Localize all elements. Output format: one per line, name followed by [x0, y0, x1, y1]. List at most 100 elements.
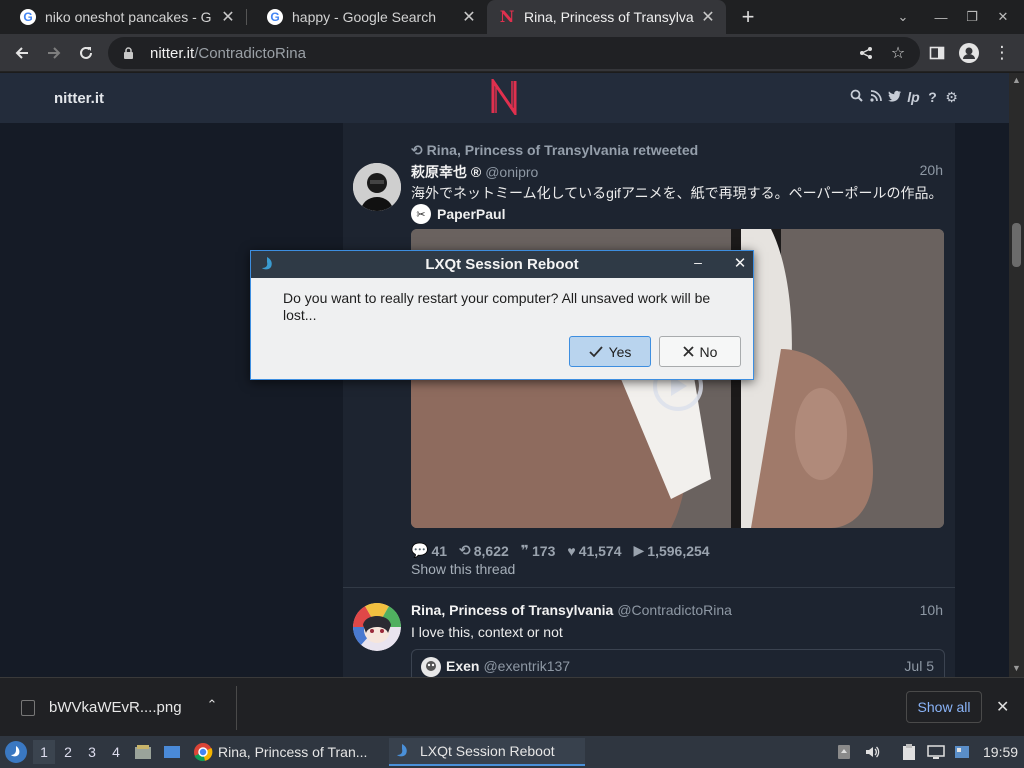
play-icon: ▶ [633, 542, 645, 558]
new-tab-button[interactable]: + [736, 4, 760, 30]
share-icon[interactable] [854, 41, 878, 65]
desktop-3-button[interactable]: 3 [81, 740, 103, 764]
quoted-tweet[interactable]: Exen @exentrik137 Jul 5 [411, 649, 945, 677]
minimize-window-button[interactable]: — [926, 0, 956, 34]
tweet-date[interactable]: 10h [920, 602, 943, 618]
quotes-stat[interactable]: ❞ 173 [521, 542, 556, 559]
minimize-icon[interactable]: – [689, 254, 707, 274]
timeline-item[interactable]: Rina, Princess of Transylvania @Contradic… [343, 589, 955, 677]
desktop-1-button[interactable]: 1 [33, 740, 55, 764]
side-panel-icon[interactable] [924, 40, 950, 66]
desktop-2-button[interactable]: 2 [57, 740, 79, 764]
scrollbar-thumb[interactable] [1012, 223, 1021, 267]
dialog-titlebar[interactable]: LXQt Session Reboot – ✕ [251, 251, 753, 278]
tab-happy-search[interactable]: G happy - Google Search ✕ [247, 0, 487, 34]
rss-icon[interactable] [869, 89, 882, 106]
yes-label: Yes [608, 343, 632, 360]
views-count: 1,596,254 [647, 542, 710, 559]
avatar[interactable] [353, 163, 401, 211]
close-download-shelf-icon[interactable]: ✕ [996, 697, 1009, 717]
yes-button[interactable]: Yes [569, 336, 651, 367]
download-file-name[interactable]: bWVkaWEvR....png [49, 699, 182, 716]
tweet-author[interactable]: Rina, Princess of Transylvania @Contradic… [411, 602, 732, 618]
quote-icon: ❞ [520, 542, 530, 558]
google-icon: G [267, 9, 283, 25]
fullname[interactable]: 萩原幸也 ® [411, 164, 481, 180]
fullname[interactable]: Rina, Princess of Transylvania [411, 602, 613, 618]
lock-icon[interactable] [118, 46, 138, 60]
reload-icon [80, 46, 92, 59]
show-all-downloads-button[interactable]: Show all [906, 691, 982, 723]
quote-fullname[interactable]: Exen [446, 658, 479, 674]
tab-search-chevron-icon[interactable]: ⌄ [888, 0, 918, 34]
twitter-bird-icon[interactable] [888, 89, 902, 106]
taskbar-app-title: LXQt Session Reboot [420, 743, 555, 759]
liberapay-icon[interactable]: lp [907, 89, 920, 106]
clock[interactable]: 19:59 [983, 744, 1018, 760]
file-manager-icon[interactable] [134, 743, 152, 761]
taskbar-app-chrome[interactable]: Rina, Princess of Tran... [193, 738, 383, 766]
tab-niko-oneshot[interactable]: G niko oneshot pancakes - G ✕ [0, 0, 246, 34]
forward-button[interactable] [41, 40, 67, 66]
tab-rina-profile[interactable]: N Rina, Princess of Transylva ✕ [487, 0, 726, 34]
replies-count: 41 [431, 542, 448, 559]
quote-username[interactable]: @exentrik137 [483, 658, 570, 674]
nitter-logo-icon[interactable] [489, 79, 519, 115]
page-scrollbar[interactable]: ▲ ▼ [1009, 73, 1024, 677]
quote-author[interactable]: Exen @exentrik137 [446, 658, 570, 674]
profile-avatar-icon[interactable] [956, 40, 982, 66]
volume-icon[interactable] [863, 743, 881, 761]
likes-count: 41,574 [578, 542, 622, 559]
close-icon[interactable]: ✕ [700, 7, 716, 27]
checkmark-icon [588, 345, 603, 357]
scroll-down-icon[interactable]: ▼ [1012, 663, 1021, 673]
show-thread-link[interactable]: Show this thread [411, 561, 515, 577]
replies-stat: 💬 41 [411, 542, 447, 559]
forward-arrow-icon [48, 47, 61, 59]
restore-window-button[interactable]: ❐ [957, 0, 987, 34]
divider [236, 686, 237, 730]
bookmark-star-icon[interactable]: ☆ [886, 41, 910, 65]
avatar[interactable] [353, 603, 401, 651]
comment-icon: 💬 [411, 542, 429, 558]
tweet-author[interactable]: 萩原幸也 ® @onipro [411, 162, 538, 182]
username[interactable]: @ContradictoRina [617, 602, 732, 618]
about-question-icon[interactable]: ? [926, 89, 939, 106]
quote-avatar[interactable] [421, 657, 441, 677]
paperpaul-avatar-icon: ✂ [411, 204, 431, 224]
quote-date[interactable]: Jul 5 [904, 658, 934, 674]
tweet-date[interactable]: 20h [920, 162, 943, 178]
taskbar-app-title: Rina, Princess of Tran... [218, 744, 368, 760]
browser-menu-icon[interactable]: ⋮ [989, 40, 1015, 66]
retweets-stat: ⟲ 8,622 [459, 542, 509, 559]
no-button[interactable]: No [659, 336, 741, 367]
close-icon[interactable]: ✕ [220, 7, 236, 27]
attribution-name[interactable]: PaperPaul [437, 206, 505, 222]
settings-gear-icon[interactable]: ⚙ [945, 89, 958, 106]
browser-tab-strip: G niko oneshot pancakes - G ✕ G happy - … [0, 0, 1024, 34]
tweet-stats: 💬 41 ⟲ 8,622 ❞ 173 ♥ 41,574 ▶ 1,596,254 [411, 542, 710, 559]
close-window-button[interactable]: ✕ [988, 0, 1018, 34]
close-icon[interactable]: ✕ [731, 254, 749, 274]
quotes-count: 173 [532, 542, 556, 559]
reload-button[interactable] [73, 40, 99, 66]
clipboard-icon[interactable] [900, 743, 918, 761]
attribution[interactable]: ✂ PaperPaul [411, 204, 505, 224]
update-notifier-icon[interactable] [953, 743, 971, 761]
back-button[interactable] [9, 40, 35, 66]
desktop-4-button[interactable]: 4 [105, 740, 127, 764]
close-icon[interactable]: ✕ [461, 7, 477, 27]
chevron-up-icon[interactable]: ⌃ [204, 697, 220, 713]
taskbar-app-lxqt-reboot[interactable]: LXQt Session Reboot [389, 738, 585, 766]
network-icon[interactable] [927, 743, 945, 761]
search-icon[interactable] [850, 89, 863, 106]
scroll-up-icon[interactable]: ▲ [1012, 75, 1021, 85]
username[interactable]: @onipro [485, 164, 538, 180]
removable-media-icon[interactable] [835, 743, 853, 761]
address-bar[interactable]: nitter.it/ContradictoRina ☆ [108, 37, 920, 69]
start-menu-icon[interactable] [5, 741, 27, 763]
site-brand-link[interactable]: nitter.it [54, 90, 104, 107]
likes-stat: ♥ 41,574 [567, 542, 621, 559]
retweet-header: ⟲ Rina, Princess of Transylvania retweet… [411, 142, 698, 159]
show-desktop-icon[interactable] [163, 743, 181, 761]
